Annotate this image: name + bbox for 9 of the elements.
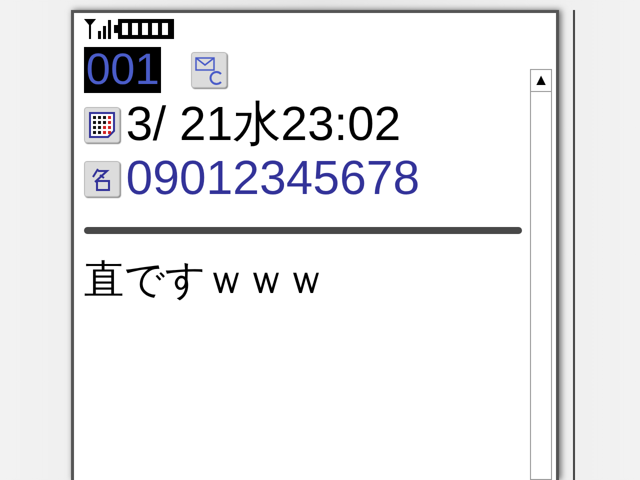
name-icon xyxy=(84,161,120,197)
date-time: 3/ 21水23:02 xyxy=(126,99,401,151)
mail-icon xyxy=(191,52,228,88)
message-body: 直ですｗｗｗ xyxy=(84,256,327,304)
signal-icon xyxy=(84,19,112,39)
sender-number: 09012345678 xyxy=(126,153,420,205)
message-number: 001 xyxy=(84,47,162,93)
battery-icon xyxy=(114,19,174,39)
calendar-icon xyxy=(84,107,120,143)
